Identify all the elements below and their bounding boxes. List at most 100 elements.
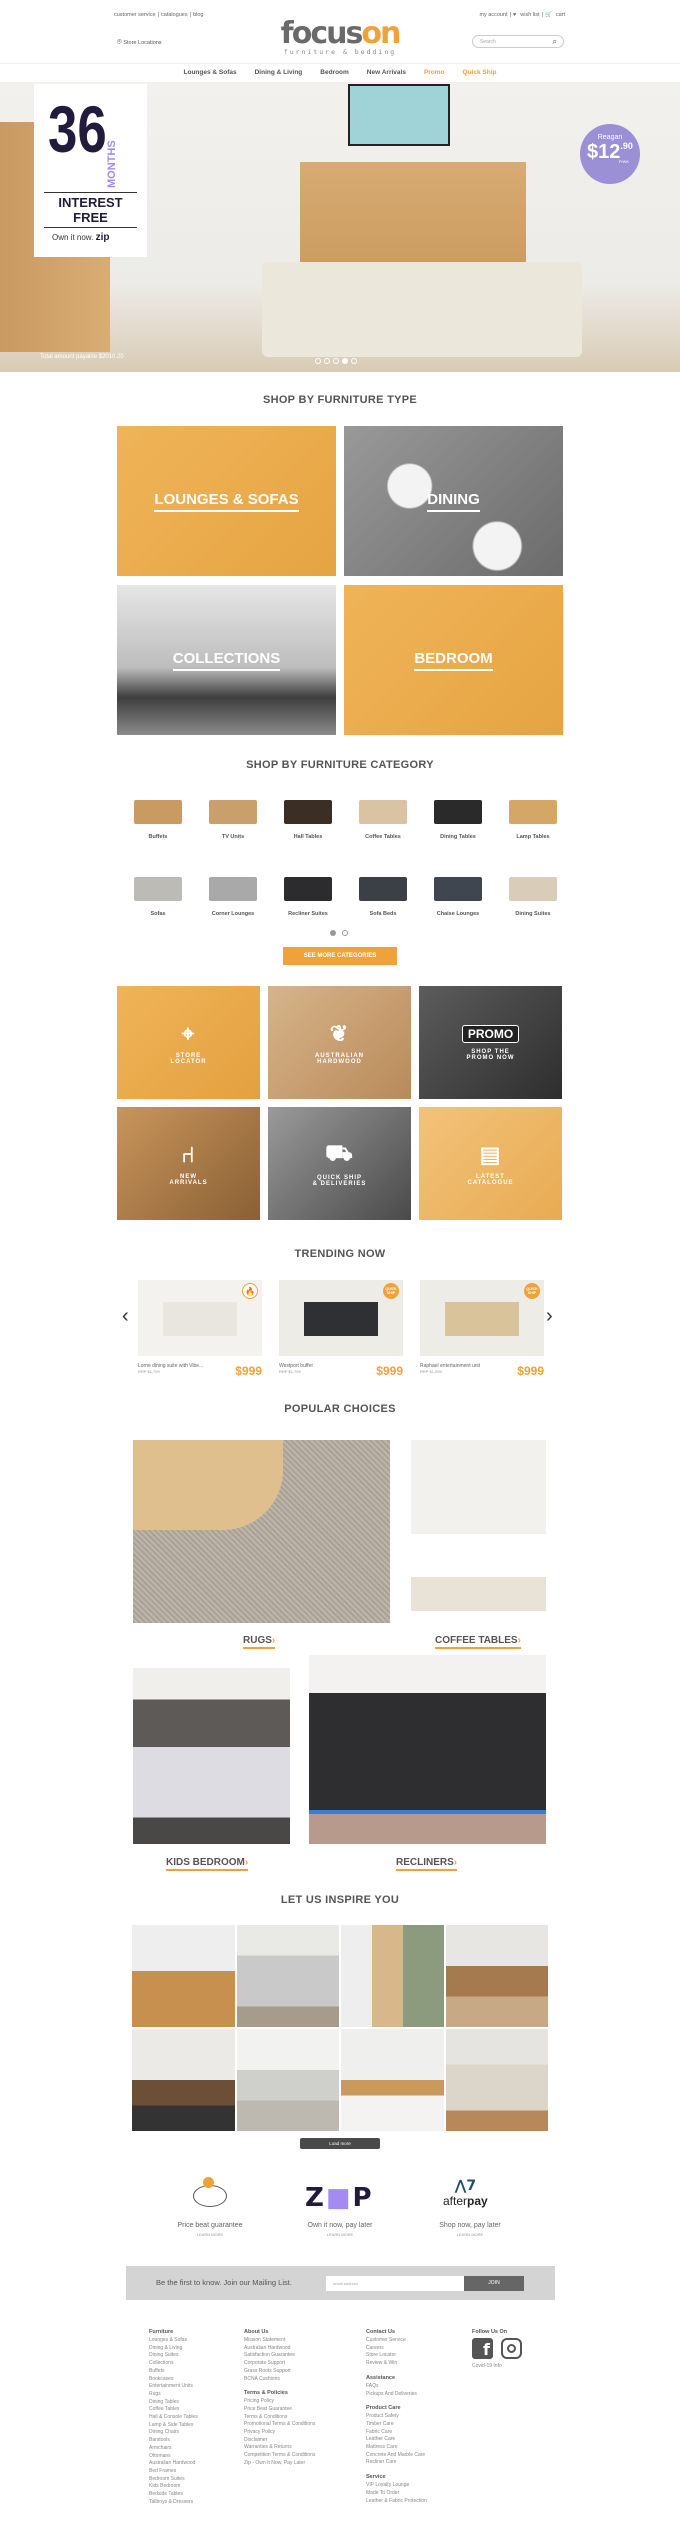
footer-link[interactable]: Collections: [149, 2360, 239, 2368]
feature-tile[interactable]: ⛟ QUICK SHIP & DELIVERIES: [268, 1107, 411, 1220]
footer-link[interactable]: Competition Terms & Conditions: [244, 2452, 354, 2460]
footer-link[interactable]: Rugs: [149, 2391, 239, 2399]
feature-tile[interactable]: ⌖ STORE LOCATOR: [117, 986, 260, 1099]
learn-more-link[interactable]: LEARN MORE: [275, 2232, 405, 2237]
footer-link[interactable]: Careers: [366, 2345, 466, 2353]
inspire-photo[interactable]: [236, 2029, 339, 2131]
feature-tile[interactable]: ⑁ NEW ARRIVALS: [117, 1107, 260, 1220]
tile-dining[interactable]: DINING: [344, 426, 563, 576]
category-item[interactable]: Sofas: [127, 877, 189, 917]
email-input[interactable]: email address: [326, 2276, 464, 2291]
footer-link[interactable]: Bedside Tables: [149, 2491, 239, 2499]
nav-dining[interactable]: Dining & Living: [255, 69, 303, 82]
footer-link[interactable]: Hall & Console Tables: [149, 2414, 239, 2422]
footer-link[interactable]: Promotional Terms & Conditions: [244, 2421, 354, 2429]
category-item[interactable]: Dining Tables: [427, 800, 489, 840]
footer-link[interactable]: Australian Hardwood: [149, 2460, 239, 2468]
hero-banner[interactable]: 36 MONTHS INTEREST FREE Own it now. zip …: [0, 82, 680, 372]
logo[interactable]: focuson furniture & bedding: [270, 19, 410, 57]
category-item[interactable]: TV Units: [202, 800, 264, 840]
footer-link[interactable]: Satisfaction Guarantee: [244, 2352, 354, 2360]
feature-tile[interactable]: ❦ AUSTRALIAN HARDWOOD: [268, 986, 411, 1099]
load-more-button[interactable]: Load more: [300, 2138, 380, 2149]
rugs-link[interactable]: RUGS›: [243, 1630, 276, 1649]
nav-quick-ship[interactable]: Quick Ship: [463, 69, 497, 82]
footer-link[interactable]: Concrete And Marble Care: [366, 2452, 466, 2460]
footer-link[interactable]: Timber Care: [366, 2421, 466, 2429]
footer-link[interactable]: Kids Bedroom: [149, 2483, 239, 2491]
my-account-link[interactable]: my account: [479, 12, 507, 18]
footer-link[interactable]: Grass Roots Support: [244, 2368, 354, 2376]
catalogues-link[interactable]: catalogues: [161, 12, 188, 18]
footer-link[interactable]: Store Locator: [366, 2352, 466, 2360]
inspire-photo[interactable]: [236, 1925, 339, 2027]
tile-lounges[interactable]: LOUNGES & SOFAS: [117, 426, 336, 576]
instagram-icon[interactable]: [501, 2338, 522, 2359]
category-item[interactable]: Hall Tables: [277, 800, 339, 840]
covid-info-link[interactable]: Covid-19 Info: [472, 2363, 552, 2371]
footer-link[interactable]: Review & Win: [366, 2360, 466, 2368]
footer-link[interactable]: Corporate Support: [244, 2360, 354, 2368]
footer-link[interactable]: Mattress Care: [366, 2444, 466, 2452]
footer-link[interactable]: Ottomans: [149, 2453, 239, 2461]
inspire-photo[interactable]: [341, 2029, 444, 2131]
inspire-photo[interactable]: [445, 1925, 548, 2027]
footer-link[interactable]: Dining & Living: [149, 2345, 239, 2353]
wishlist-link[interactable]: wish list: [520, 12, 539, 18]
footer-link[interactable]: Price Beat Guarantee: [244, 2406, 354, 2414]
footer-link[interactable]: Fabric Care: [366, 2429, 466, 2437]
footer-link[interactable]: Dining Tables: [149, 2399, 239, 2407]
footer-link[interactable]: Product Safety: [366, 2413, 466, 2421]
footer-link[interactable]: VIP Loyalty Lounge: [366, 2482, 466, 2490]
feature-tile[interactable]: ▤ LATEST CATALOGUE: [419, 1107, 562, 1220]
footer-link[interactable]: Zip - Own It Now, Pay Later: [244, 2460, 354, 2468]
footer-link[interactable]: Warranties & Returns: [244, 2444, 354, 2452]
footer-link[interactable]: Leather & Fabric Protection: [366, 2498, 466, 2506]
footer-link[interactable]: BCNA Cushions: [244, 2376, 354, 2384]
footer-link[interactable]: Armchairs: [149, 2445, 239, 2453]
blog-link[interactable]: blog: [193, 12, 203, 18]
kids-bedroom-image[interactable]: [133, 1668, 290, 1844]
join-button[interactable]: JOIN: [464, 2276, 524, 2291]
product-card[interactable]: QUICK SHIP Westport buffet RRP $1,799 $999: [279, 1280, 403, 1378]
footer-link[interactable]: Dining Suites: [149, 2352, 239, 2360]
learn-more-link[interactable]: LEARN MORE: [405, 2232, 535, 2237]
facebook-icon[interactable]: f: [472, 2338, 493, 2359]
tile-bedroom[interactable]: BEDROOM: [344, 585, 563, 735]
footer-link[interactable]: FAQs: [366, 2383, 466, 2391]
coffee-tables-image[interactable]: [411, 1440, 546, 1611]
footer-link[interactable]: Entertainment Units: [149, 2383, 239, 2391]
inspire-photo[interactable]: [132, 2029, 235, 2131]
footer-link[interactable]: Bed Frames: [149, 2468, 239, 2476]
footer-link[interactable]: Tallboys & Dressers: [149, 2499, 239, 2507]
footer-link[interactable]: Lounges & Sofas: [149, 2337, 239, 2345]
nav-promo[interactable]: Promo: [424, 69, 445, 82]
carousel-dot-active[interactable]: [342, 358, 348, 364]
footer-link[interactable]: Dining Chairs: [149, 2429, 239, 2437]
pager-dot-active[interactable]: [330, 930, 336, 936]
carousel-dot[interactable]: [333, 358, 339, 364]
category-item[interactable]: Lamp Tables: [502, 800, 564, 840]
kids-bedroom-link[interactable]: KIDS BEDROOM›: [166, 1852, 249, 1871]
recliners-link[interactable]: RECLINERS›: [396, 1852, 458, 1871]
recliners-image[interactable]: [309, 1655, 546, 1844]
footer-link[interactable]: Australian Hardwood: [244, 2345, 354, 2353]
category-item[interactable]: Chaise Lounges: [427, 877, 489, 917]
footer-link[interactable]: Customer Service: [366, 2337, 466, 2345]
footer-link[interactable]: Privacy Policy: [244, 2429, 354, 2437]
nav-lounges[interactable]: Lounges & Sofas: [184, 69, 237, 82]
search-input[interactable]: Search ⌕: [472, 35, 564, 48]
category-item[interactable]: Dining Suites: [502, 877, 564, 917]
footer-link[interactable]: Coffee Tables: [149, 2406, 239, 2414]
footer-link[interactable]: Made To Order: [366, 2490, 466, 2498]
inspire-photo[interactable]: [132, 1925, 235, 2027]
feature-tile[interactable]: PROMO SHOP THE PROMO NOW: [419, 986, 562, 1099]
rugs-image[interactable]: [133, 1440, 390, 1623]
nav-new-arrivals[interactable]: New Arrivals: [367, 69, 406, 82]
product-card[interactable]: QUICK SHIP Raphael entertainment unit RRP …: [420, 1280, 544, 1378]
nav-bedroom[interactable]: Bedroom: [320, 69, 349, 82]
carousel-dot[interactable]: [351, 358, 357, 364]
inspire-photo[interactable]: [341, 1925, 444, 2027]
product-card[interactable]: 🔥 Lorne dining suite with Vibe... RRP $1,7…: [138, 1280, 262, 1378]
tile-collections[interactable]: COLLECTIONS: [117, 585, 336, 735]
